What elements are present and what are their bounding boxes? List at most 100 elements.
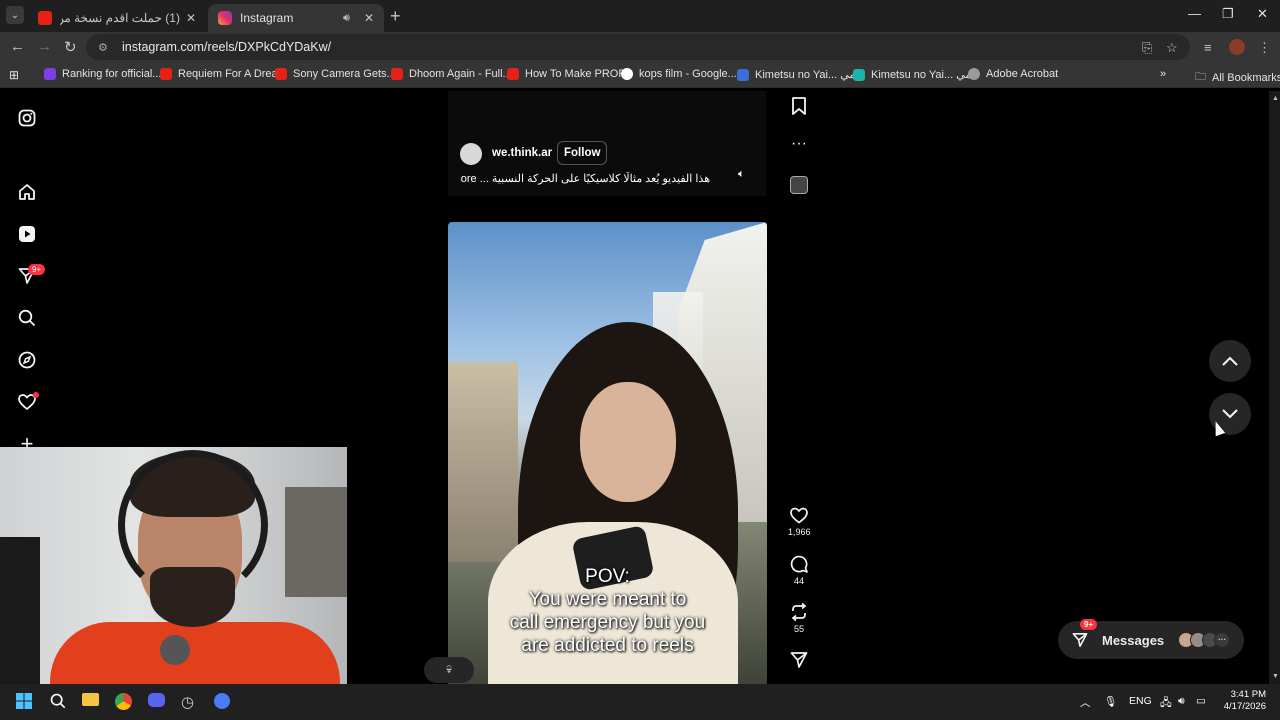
user-avatar[interactable]: [460, 143, 482, 165]
page-scrollbar[interactable]: ▲ ▼: [1269, 91, 1280, 684]
repost-button[interactable]: 55: [788, 603, 810, 634]
mute-icon[interactable]: 🔈︎: [738, 168, 745, 181]
tab-strip: ⌄ (1) حملت اقدم نسخة من فري فاير ✕ Insta…: [0, 0, 1280, 32]
microphone-tray-icon[interactable]: 🎙︎: [1104, 695, 1117, 708]
scroll-up-arrow-icon[interactable]: ▲: [1272, 95, 1279, 102]
apps-grid-icon[interactable]: ⊞: [9, 68, 19, 82]
more-options-icon[interactable]: ···: [788, 135, 810, 153]
browser-toolbar: ← → ↻ ⚙ instagram.com/reels/DXPkCdYDaKw/…: [0, 32, 1280, 62]
app-icon[interactable]: [214, 693, 230, 713]
file-explorer-icon[interactable]: [82, 693, 99, 710]
network-icon[interactable]: 🖧︎: [1160, 695, 1172, 713]
like-button[interactable]: 1,966: [788, 507, 811, 537]
clock[interactable]: 3:41 PM 4/17/2026: [1220, 689, 1266, 713]
home-icon[interactable]: [16, 181, 38, 203]
new-tab-button[interactable]: +: [390, 6, 401, 27]
discord-icon[interactable]: [148, 693, 165, 711]
bookmark-item[interactable]: Sony Camera Gets...: [275, 68, 396, 80]
bookmark-item[interactable]: Adobe Acrobat: [968, 68, 1058, 80]
reload-button[interactable]: ↻: [64, 38, 77, 56]
bookmark-item[interactable]: Kimetsu no Yai... انمي: [853, 68, 978, 81]
previous-reel-button[interactable]: [1209, 340, 1251, 382]
explore-icon[interactable]: [16, 349, 38, 371]
youtube-icon: [275, 68, 287, 80]
profile-avatar[interactable]: [1229, 39, 1245, 55]
building: [448, 362, 518, 562]
app-icon[interactable]: ◷: [181, 693, 194, 711]
likes-count: 1,966: [788, 527, 811, 537]
battery-icon[interactable]: ▭: [1196, 695, 1206, 707]
scroll-down-arrow-icon[interactable]: ▼: [1272, 673, 1279, 680]
messages-badge: 9+: [1080, 619, 1098, 630]
windows-taskbar: ◷ ︿ 🎙︎ ENG 🖧︎ 🔊︎ ▭ 3:41 PM 4/17/2026: [0, 684, 1280, 720]
chrome-icon[interactable]: [115, 693, 132, 714]
follow-button[interactable]: Follow: [557, 141, 608, 165]
comments-count: 44: [793, 576, 804, 586]
menu-icon[interactable]: ⋮: [1258, 40, 1271, 56]
media-control-icon[interactable]: ≡: [1204, 40, 1212, 55]
bookmark-item[interactable]: Ranking for official...: [44, 68, 161, 80]
comment-button[interactable]: 44: [788, 555, 810, 586]
search-icon[interactable]: [50, 693, 66, 713]
acrobat-icon: [968, 68, 980, 80]
microphone-icon: [160, 635, 190, 665]
all-bookmarks-button[interactable]: 🗀 All Bookmarks: [1195, 68, 1280, 87]
reels-icon[interactable]: [16, 223, 38, 245]
youtube-icon: [391, 68, 403, 80]
address-bar[interactable]: ⚙ instagram.com/reels/DXPkCdYDaKw/: [86, 34, 1190, 60]
notification-badge: 9+: [28, 264, 46, 275]
chevron-up-icon: [1222, 356, 1238, 366]
bookmark-item[interactable]: Dhoom Again - Full...: [391, 68, 512, 80]
search-icon[interactable]: [16, 307, 38, 329]
bookmark-label: Ranking for official...: [62, 68, 162, 80]
messages-label: Messages: [1102, 632, 1165, 648]
close-icon[interactable]: ✕: [364, 11, 374, 25]
language-indicator[interactable]: ENG: [1129, 695, 1152, 707]
speaker-icon[interactable]: 🔊︎: [343, 12, 350, 25]
bookmark-item[interactable]: Requiem For A Drea...: [160, 68, 287, 80]
tab-title: Instagram: [240, 11, 294, 25]
forward-button[interactable]: →: [37, 38, 52, 55]
chevron-down-icon: [1222, 409, 1238, 419]
face: [580, 382, 676, 502]
instagram-logo-icon[interactable]: [16, 107, 38, 129]
instagram-icon: [218, 11, 232, 25]
back-button[interactable]: ←: [10, 38, 25, 55]
previous-reel[interactable]: we.think.ar Follow هذا الفيديو يُعد مثال…: [448, 91, 766, 196]
username[interactable]: we.think.ar: [492, 147, 552, 159]
more-bookmarks-icon[interactable]: »: [1160, 68, 1166, 80]
messages-button[interactable]: 9+ Messages ···: [1058, 619, 1244, 659]
close-icon[interactable]: ✕: [186, 11, 196, 25]
current-reel-video[interactable]: POV: You were meant to call emergency bu…: [448, 222, 767, 684]
tab-instagram[interactable]: Instagram 🔊︎ ✕: [208, 4, 384, 32]
bookmark-item[interactable]: How To Make PROF...: [507, 68, 633, 80]
share-icon[interactable]: [788, 651, 810, 674]
bookmark-item[interactable]: Kimetsu no Yai... انمي: [737, 68, 862, 81]
save-icon[interactable]: [788, 97, 810, 120]
install-app-icon[interactable]: ⎘: [1142, 40, 1152, 56]
comment-icon: [790, 555, 808, 573]
bookmark-item[interactable]: kops film - Google...: [621, 68, 737, 80]
tab-youtube[interactable]: (1) حملت اقدم نسخة من فري فاير ✕: [28, 4, 206, 32]
bookmark-label: Requiem For A Drea...: [178, 68, 287, 80]
monitor-edge: [0, 537, 40, 697]
windows-start-icon[interactable]: [16, 693, 32, 713]
reel-caption-line: POV:: [585, 566, 630, 587]
tab-search-button[interactable]: ⌄: [6, 6, 24, 24]
bookmark-star-icon[interactable]: ☆: [1166, 40, 1178, 56]
bookmark-label: Sony Camera Gets...: [293, 68, 396, 80]
site-info-icon[interactable]: ⚙: [98, 41, 110, 54]
direct-icon: [1072, 632, 1088, 648]
reel-caption[interactable]: هذا الفيديو يُعد مثالًا كلاسيكيًا على ال…: [460, 172, 710, 185]
repost-icon: [791, 603, 807, 621]
maximize-button[interactable]: ❐: [1222, 6, 1234, 22]
youtube-icon: [160, 68, 172, 80]
volume-icon[interactable]: 🔊︎: [1178, 695, 1185, 708]
audio-thumbnail[interactable]: [788, 176, 810, 199]
skull-icon[interactable]: 💀︎: [424, 657, 474, 683]
w-icon: [853, 68, 865, 81]
bookmarks-bar: ⊞ Ranking for official... Requiem For A …: [0, 62, 1280, 88]
window-close-button[interactable]: ✕: [1257, 6, 1268, 22]
minimize-button[interactable]: —: [1188, 6, 1201, 21]
tray-expand-icon[interactable]: ︿: [1080, 695, 1091, 710]
